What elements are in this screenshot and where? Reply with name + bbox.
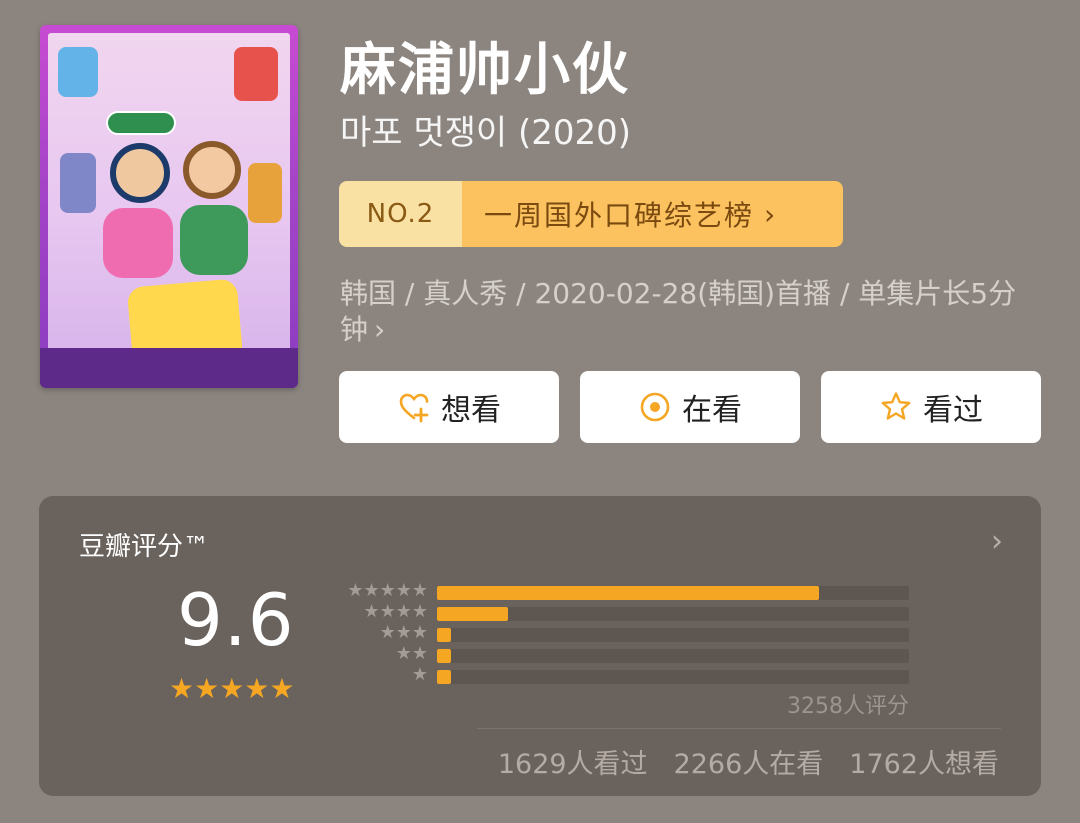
row-stars: ★★★★★ — [347, 580, 428, 601]
watched-label: 看过 — [923, 393, 983, 428]
rank-list-link[interactable]: 一周国外口碑综艺榜 › — [462, 181, 843, 247]
row-bar-track — [437, 586, 909, 600]
rating-label: 豆瓣评分™ — [79, 532, 210, 562]
rating-stars: ★★★★★ — [169, 672, 295, 705]
rating-row: ★★★★★ — [333, 582, 909, 602]
poster-deco-4 — [248, 163, 282, 223]
row-bar-fill — [437, 670, 452, 684]
rank-number: NO.2 — [339, 181, 462, 247]
ranking-badge[interactable]: NO.2 一周国外口碑综艺榜 › — [339, 181, 843, 247]
chevron-right-icon: › — [374, 313, 386, 346]
row-stars: ★ — [411, 664, 428, 685]
row-bar-track — [437, 607, 909, 621]
show-info[interactable]: 韩国 / 真人秀 / 2020-02-28(韩国)首播 / 单集片长5分钟 › — [340, 276, 1050, 348]
poster-body-right — [180, 205, 248, 275]
watched-button[interactable]: 看过 — [821, 371, 1041, 443]
want-label: 想看 — [441, 393, 501, 428]
show-info-text: 韩国 / 真人秀 / 2020-02-28(韩国)首播 / 单集片长5分钟 — [340, 277, 1017, 346]
watching-button[interactable]: 在看 — [580, 371, 800, 443]
row-bar-track — [437, 649, 909, 663]
rating-card[interactable]: 豆瓣评分™ › 9.6 ★★★★★ ★★★★★ ★★★★ ★★★ ★★ ★ 3258人评… — [39, 496, 1041, 796]
row-bar-fill — [437, 586, 820, 600]
row-bar-track — [437, 628, 909, 642]
row-stars: ★★★ — [379, 622, 428, 643]
target-circle-icon — [640, 392, 670, 422]
poster-deco-2 — [234, 47, 278, 101]
row-stars: ★★ — [395, 643, 428, 664]
row-bar-fill — [437, 607, 508, 621]
rating-row: ★ — [333, 666, 909, 686]
page-title: 麻浦帅小伙 — [340, 38, 630, 103]
rating-count: 3258人评分 — [787, 694, 909, 719]
heart-plus-icon — [399, 393, 429, 423]
poster-figure-right — [183, 141, 241, 199]
poster-deco-3 — [60, 153, 96, 213]
rank-list-name: 一周国外口碑综艺榜 — [484, 199, 755, 232]
original-title: 마포 멋쟁이 (2020) — [340, 113, 632, 153]
rating-row: ★★ — [333, 645, 909, 665]
row-bar-track — [437, 670, 909, 684]
watching-label: 在看 — [682, 393, 742, 428]
row-bar-fill — [437, 628, 452, 642]
poster-figure-left — [110, 143, 170, 203]
watching-count[interactable]: 2266人在看 — [674, 742, 824, 781]
rating-row: ★★★ — [333, 624, 909, 644]
rating-score: 9.6 — [177, 578, 295, 662]
chevron-right-icon: › — [764, 197, 778, 231]
poster-artwork — [48, 33, 290, 380]
want-count[interactable]: 1762人想看 — [849, 742, 999, 781]
rating-row: ★★★★ — [333, 603, 909, 623]
divider — [477, 728, 1001, 729]
want-button[interactable]: 想看 — [339, 371, 559, 443]
row-bar-fill — [437, 649, 452, 663]
star-outline-icon — [881, 392, 911, 420]
poster-footer — [40, 348, 298, 388]
poster-sign — [106, 111, 176, 135]
poster-deco-1 — [58, 47, 98, 97]
watched-count[interactable]: 1629人看过 — [498, 742, 648, 781]
row-stars: ★★★★ — [363, 601, 428, 622]
chevron-right-icon[interactable]: › — [991, 524, 1003, 559]
poster-image[interactable] — [40, 25, 298, 388]
audience-stats: 1629人看过 2266人在看 1762人想看 — [498, 742, 999, 781]
poster-body-left — [103, 208, 173, 278]
